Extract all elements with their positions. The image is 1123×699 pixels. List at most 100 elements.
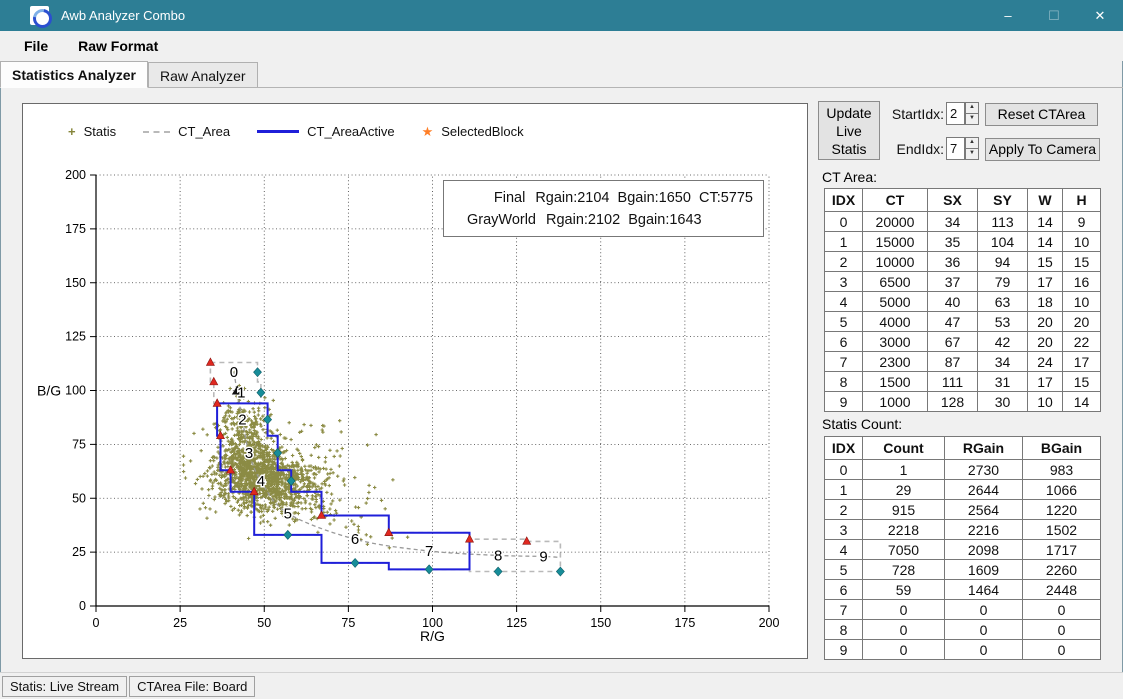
ct-area-cell[interactable]: 15 <box>1028 252 1063 272</box>
ct-area-cell[interactable]: 20 <box>1063 312 1101 332</box>
ct-area-cell[interactable]: 34 <box>928 212 978 232</box>
statis-count-cell[interactable]: 7 <box>825 600 863 620</box>
ct-area-cell[interactable]: 14 <box>1028 232 1063 252</box>
ct-area-cell[interactable]: 47 <box>928 312 978 332</box>
ct-area-cell[interactable]: 2300 <box>863 352 928 372</box>
statis-count-cell[interactable]: 1502 <box>1023 520 1101 540</box>
statis-count-cell[interactable]: 8 <box>825 620 863 640</box>
ct-area-cell[interactable]: 14 <box>1028 212 1063 232</box>
statis-count-cell[interactable]: 0 <box>945 600 1023 620</box>
ct-area-cell[interactable]: 14 <box>1063 392 1101 412</box>
statis-count-cell[interactable]: 1 <box>825 480 863 500</box>
ct-area-cell[interactable]: 10 <box>1028 392 1063 412</box>
ct-area-cell[interactable]: 20000 <box>863 212 928 232</box>
menu-item-file[interactable]: File <box>12 33 60 59</box>
ct-area-cell[interactable]: 0 <box>825 212 863 232</box>
ct-area-cell[interactable]: 4000 <box>863 312 928 332</box>
ct-area-cell[interactable]: 42 <box>978 332 1028 352</box>
maximize-button[interactable]: ☐ <box>1031 0 1077 31</box>
ct-area-cell[interactable]: 1 <box>825 232 863 252</box>
statis-count-cell[interactable]: 6 <box>825 580 863 600</box>
minimize-button[interactable]: – <box>985 0 1031 31</box>
statis-count-cell[interactable]: 5 <box>825 560 863 580</box>
statis-count-cell[interactable]: 7050 <box>863 540 945 560</box>
statis-count-cell[interactable]: 0 <box>1023 640 1101 660</box>
statis-count-cell[interactable]: 2730 <box>945 460 1023 480</box>
ct-area-cell[interactable]: 22 <box>1063 332 1101 352</box>
ct-area-cell[interactable]: 10 <box>1063 232 1101 252</box>
ct-area-cell[interactable]: 8 <box>825 372 863 392</box>
ct-area-cell[interactable]: 4 <box>825 292 863 312</box>
startidx-up-icon[interactable]: ▲ <box>965 102 979 114</box>
ct-area-cell[interactable]: 3000 <box>863 332 928 352</box>
statis-count-cell[interactable]: 2218 <box>863 520 945 540</box>
statis-count-cell[interactable]: 983 <box>1023 460 1101 480</box>
ct-area-cell[interactable]: 6 <box>825 332 863 352</box>
ct-area-cell[interactable]: 9 <box>825 392 863 412</box>
ct-area-cell[interactable]: 6500 <box>863 272 928 292</box>
menu-item-raw-format[interactable]: Raw Format <box>66 33 170 59</box>
statis-count-cell[interactable]: 4 <box>825 540 863 560</box>
ct-area-cell[interactable]: 63 <box>978 292 1028 312</box>
tab-statistics-analyzer[interactable]: Statistics Analyzer <box>0 61 148 88</box>
ct-area-cell[interactable]: 10000 <box>863 252 928 272</box>
ct-area-cell[interactable]: 104 <box>978 232 1028 252</box>
apply-to-camera-button[interactable]: Apply To Camera <box>985 138 1100 161</box>
ct-area-cell[interactable]: 24 <box>1028 352 1063 372</box>
ct-area-cell[interactable]: 17 <box>1028 272 1063 292</box>
ct-area-cell[interactable]: 15000 <box>863 232 928 252</box>
statis-count-cell[interactable]: 2 <box>825 500 863 520</box>
endidx-up-icon[interactable]: ▲ <box>965 137 979 149</box>
ct-area-cell[interactable]: 18 <box>1028 292 1063 312</box>
statis-count-cell[interactable]: 0 <box>945 640 1023 660</box>
statis-count-cell[interactable]: 2644 <box>945 480 1023 500</box>
statis-count-cell[interactable]: 0 <box>1023 600 1101 620</box>
endidx-input[interactable]: 7 <box>946 137 965 160</box>
ct-area-cell[interactable]: 2 <box>825 252 863 272</box>
statis-count-cell[interactable]: 1609 <box>945 560 1023 580</box>
statis-count-cell[interactable]: 0 <box>945 620 1023 640</box>
ct-area-cell[interactable]: 15 <box>1063 252 1101 272</box>
ct-area-cell[interactable]: 35 <box>928 232 978 252</box>
ct-area-cell[interactable]: 5 <box>825 312 863 332</box>
ct-area-cell[interactable]: 87 <box>928 352 978 372</box>
close-button[interactable]: ✕ <box>1077 0 1123 31</box>
statis-count-cell[interactable]: 2260 <box>1023 560 1101 580</box>
statis-count-cell[interactable]: 0 <box>863 640 945 660</box>
ct-area-cell[interactable]: 36 <box>928 252 978 272</box>
statis-count-cell[interactable]: 2216 <box>945 520 1023 540</box>
statis-count-cell[interactable]: 0 <box>1023 620 1101 640</box>
startidx-down-icon[interactable]: ▼ <box>965 114 979 125</box>
statis-count-cell[interactable]: 915 <box>863 500 945 520</box>
ct-area-cell[interactable]: 17 <box>1028 372 1063 392</box>
ct-area-cell[interactable]: 20 <box>1028 332 1063 352</box>
endidx-down-icon[interactable]: ▼ <box>965 149 979 160</box>
statis-count-cell[interactable]: 1717 <box>1023 540 1101 560</box>
statis-count-cell[interactable]: 0 <box>825 460 863 480</box>
tab-raw-analyzer[interactable]: Raw Analyzer <box>148 62 258 87</box>
ct-area-cell[interactable]: 9 <box>1063 212 1101 232</box>
statis-count-cell[interactable]: 1 <box>863 460 945 480</box>
ct-area-cell[interactable]: 128 <box>928 392 978 412</box>
ct-area-cell[interactable]: 20 <box>1028 312 1063 332</box>
ct-area-cell[interactable]: 5000 <box>863 292 928 312</box>
ct-area-cell[interactable]: 10 <box>1063 292 1101 312</box>
ct-area-cell[interactable]: 111 <box>928 372 978 392</box>
statis-count-cell[interactable]: 29 <box>863 480 945 500</box>
ct-area-cell[interactable]: 7 <box>825 352 863 372</box>
statis-count-cell[interactable]: 2448 <box>1023 580 1101 600</box>
reset-ctarea-button[interactable]: Reset CTArea <box>985 103 1098 126</box>
statis-count-cell[interactable]: 59 <box>863 580 945 600</box>
ct-area-cell[interactable]: 37 <box>928 272 978 292</box>
statis-count-cell[interactable]: 3 <box>825 520 863 540</box>
ct-area-cell[interactable]: 3 <box>825 272 863 292</box>
ct-area-cell[interactable]: 40 <box>928 292 978 312</box>
ct-area-cell[interactable]: 31 <box>978 372 1028 392</box>
ct-area-cell[interactable]: 67 <box>928 332 978 352</box>
ct-area-cell[interactable]: 113 <box>978 212 1028 232</box>
update-live-statis-button[interactable]: UpdateLiveStatis <box>818 101 880 160</box>
ct-area-cell[interactable]: 94 <box>978 252 1028 272</box>
ct-area-cell[interactable]: 30 <box>978 392 1028 412</box>
statis-count-cell[interactable]: 1066 <box>1023 480 1101 500</box>
ct-area-cell[interactable]: 1500 <box>863 372 928 392</box>
